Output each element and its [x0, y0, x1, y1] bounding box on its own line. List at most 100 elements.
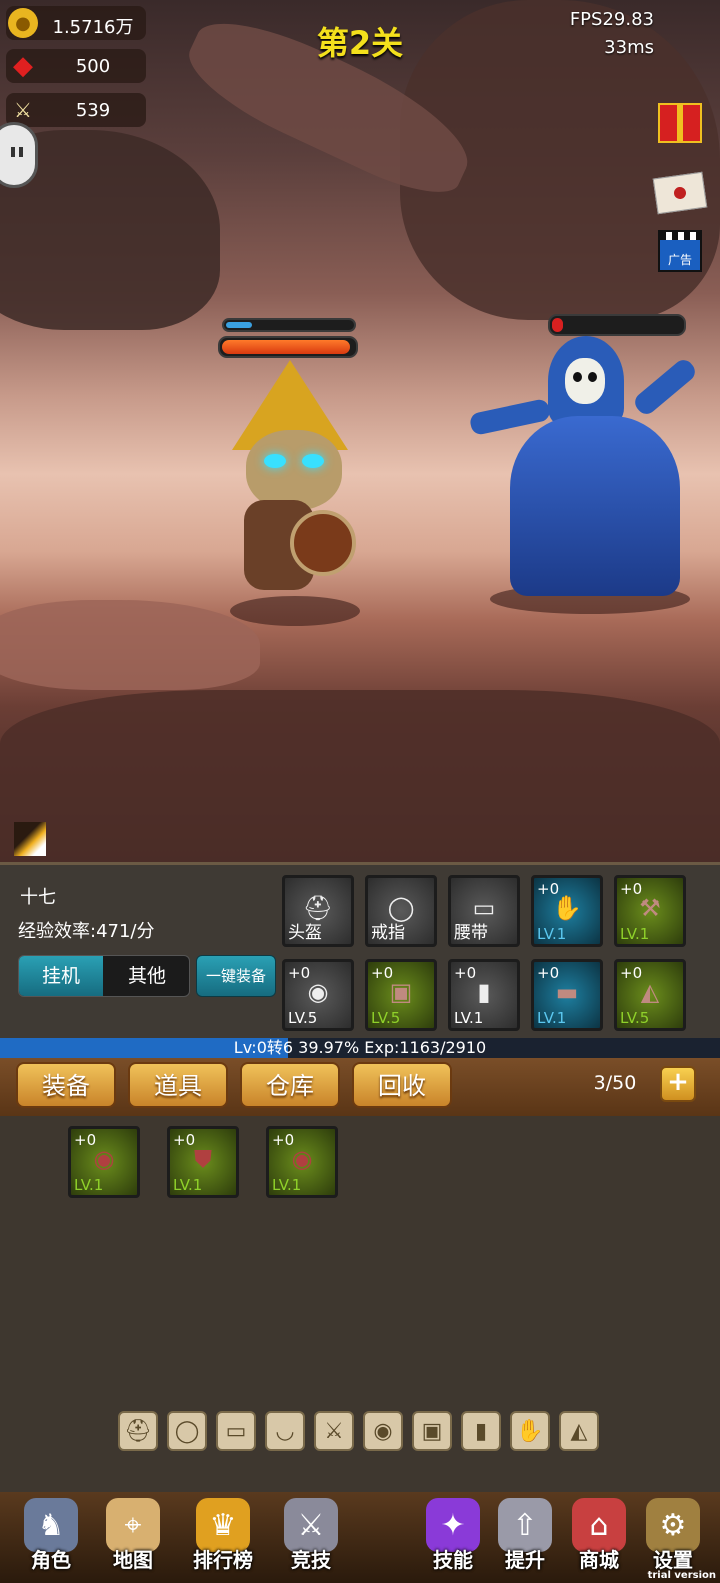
one-key-equip-button[interactable]: 一键装备: [196, 955, 276, 997]
gift-button[interactable]: [654, 100, 706, 146]
filter-boots-icon[interactable]: ▮: [461, 1411, 501, 1451]
nav-trophy[interactable]: ♛ 排行榜: [188, 1492, 258, 1583]
filter-glove-icon[interactable]: ✋: [510, 1411, 550, 1451]
equip-slot-name: 腰带: [454, 923, 488, 943]
mail-icon: [652, 171, 708, 215]
skull: [246, 430, 342, 510]
filter-necklace-icon[interactable]: ◡: [265, 1411, 305, 1451]
item-level: LV.1: [454, 1009, 484, 1027]
hero-name: 十七: [20, 887, 56, 908]
player-mana-fill: [226, 322, 252, 328]
skill-slot-icon[interactable]: [14, 822, 46, 856]
filter-weapon-icon[interactable]: ⚔: [314, 1411, 354, 1451]
power-counter[interactable]: ⚔ 539: [6, 93, 146, 127]
equip-slot[interactable]: ◉ +0 LV.5: [282, 959, 354, 1031]
filter-ring-icon[interactable]: ◯: [167, 1411, 207, 1451]
item-level: LV.5: [620, 1009, 650, 1027]
axe-icon: ⚒: [639, 893, 661, 922]
bag-item[interactable]: ⛊ +0 LV.1: [167, 1126, 239, 1198]
exp-bar-text: Lv:0转6 39.97% Exp:1163/2910: [233, 1038, 487, 1057]
item-level: LV.1: [272, 1176, 302, 1194]
nav-map[interactable]: ⌖ 地图: [98, 1492, 168, 1583]
nav-skill-book[interactable]: ✦ 技能: [418, 1492, 488, 1583]
enhance-level: +0: [371, 964, 394, 982]
robe: [510, 416, 680, 596]
equip-slot[interactable]: ⛑ 头盔: [282, 875, 354, 947]
enhance-level: +0: [620, 964, 643, 982]
equip-slot[interactable]: ◭ +0 LV.5: [614, 959, 686, 1031]
mail-button[interactable]: [652, 170, 708, 216]
item-level: LV.1: [537, 1009, 567, 1027]
bag-area: ◉ +0 LV.1 ⛊ +0 LV.1 ◉ +0 LV.1: [0, 1116, 720, 1496]
power-value: 539: [75, 100, 111, 121]
bag-item[interactable]: ◉ +0 LV.1: [266, 1126, 338, 1198]
equip-slot-name: 头盔: [288, 923, 322, 943]
character-panel: 十七 经验效率:471/分 挂机 其他 一键装备 ⛑ 头盔 ◯ 戒指 ▭ 腰带 ✋ +0 LV.…: [0, 862, 720, 1041]
item-level: LV.1: [74, 1176, 104, 1194]
tab-equipment[interactable]: 装备: [16, 1062, 116, 1108]
nav-character[interactable]: ♞ 角色: [16, 1492, 86, 1583]
equip-slot[interactable]: ▬ +0 LV.1: [531, 959, 603, 1031]
item-level: LV.1: [620, 925, 650, 943]
equip-slot[interactable]: ▮ +0 LV.1: [448, 959, 520, 1031]
nav-upgrade[interactable]: ⇧ 提升: [490, 1492, 560, 1583]
frame-time: 33ms: [604, 37, 654, 58]
tab-idle[interactable]: 挂机: [19, 956, 103, 996]
tab-items[interactable]: 道具: [128, 1062, 228, 1108]
ad-icon: 广告: [658, 230, 702, 272]
round-shield-icon: ◉: [93, 1144, 115, 1173]
nav-label: 竞技: [291, 1548, 331, 1572]
equip-slot[interactable]: ▭ 腰带: [448, 875, 520, 947]
player-hp-fill: [222, 340, 350, 354]
expand-bag-button[interactable]: +: [660, 1066, 696, 1102]
item-level: LV.5: [371, 1009, 401, 1027]
kite-shield-icon: ⛊: [194, 1144, 212, 1173]
enemy-hp-bar: [548, 314, 686, 336]
ad-button[interactable]: 广告: [654, 228, 706, 274]
equip-slot[interactable]: ◯ 戒指: [365, 875, 437, 947]
tab-other[interactable]: 其他: [105, 956, 189, 996]
equip-slot[interactable]: ▣ +0 LV.5: [365, 959, 437, 1031]
fps-display: FPS29.83 33ms: [570, 6, 654, 62]
enhance-level: +0: [537, 964, 560, 982]
equip-slot-name: 戒指: [371, 923, 405, 943]
bag-tab-bar: 装备 道具 仓库 回收 3/50 +: [0, 1058, 720, 1116]
filter-armor-icon[interactable]: ▣: [412, 1411, 452, 1451]
shield-icon: ◉: [307, 977, 329, 1006]
filter-cape-icon[interactable]: ◭: [559, 1411, 599, 1451]
player-hp-bar: [218, 336, 358, 358]
battle-scene: ● 1.5716万 ◆ 500 ⚔ 539 第2关 FPS29.83 33ms …: [0, 0, 720, 862]
filter-belt-icon[interactable]: ▭: [216, 1411, 256, 1451]
round-shield-icon: ◉: [291, 1144, 313, 1173]
ad-label: 广告: [667, 253, 692, 267]
enemy-skull: [565, 358, 605, 404]
nav-label: 角色: [31, 1548, 71, 1572]
filter-helmet-icon[interactable]: ⛑: [118, 1411, 158, 1451]
chat-bubble-button[interactable]: [0, 122, 38, 188]
tab-recycle[interactable]: 回收: [352, 1062, 452, 1108]
enemy-reaper: [468, 336, 700, 616]
equip-slot[interactable]: ✋ +0 LV.1: [531, 875, 603, 947]
nav-label: 排行榜: [193, 1548, 253, 1572]
exp-rate: 经验效率:471/分: [18, 921, 155, 942]
item-level: LV.1: [537, 925, 567, 943]
nav-swords[interactable]: ⚔ 竞技: [276, 1492, 346, 1583]
nav-label: 技能: [433, 1548, 473, 1572]
enhance-level: +0: [288, 964, 311, 982]
tab-warehouse[interactable]: 仓库: [240, 1062, 340, 1108]
gift-icon: [658, 103, 702, 143]
enhance-level: +0: [272, 1131, 295, 1149]
bag-count: 3/50: [593, 1072, 637, 1094]
filter-shield-icon[interactable]: ◉: [363, 1411, 403, 1451]
nav-shop[interactable]: ⌂ 商城: [564, 1492, 634, 1583]
bottom-navigation: ♞ 角色 ⌖ 地图 ♛ 排行榜 ⚔ 竞技 ✦ 技能 ⇧ 提升 ⌂ 商城 ⚙ 设置 trial version: [0, 1492, 720, 1583]
hero-shield: [290, 510, 356, 576]
bag-item[interactable]: ◉ +0 LV.1: [68, 1126, 140, 1198]
player-mana-bar: [222, 318, 356, 332]
equip-slot[interactable]: ⚒ +0 LV.1: [614, 875, 686, 947]
enhance-level: +0: [537, 880, 560, 898]
right-arm: [631, 356, 699, 418]
cape-icon: ◭: [640, 977, 660, 1006]
nav-label: 设置: [653, 1548, 693, 1572]
item-level: LV.5: [288, 1009, 318, 1027]
